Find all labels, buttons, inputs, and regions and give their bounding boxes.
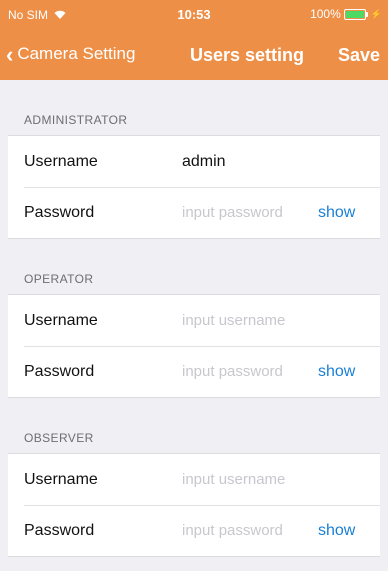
username-label: Username (24, 311, 98, 329)
password-label: Password (24, 203, 95, 221)
password-input[interactable] (182, 363, 312, 380)
group-observer: Username Password show (8, 453, 380, 557)
battery-indicator: 100% ⚡ (310, 7, 382, 21)
username-label: Username (24, 152, 98, 170)
section-title-administrator: ADMINISTRATOR (24, 113, 128, 127)
header: No SIM 10:53 100% ⚡ ‹ Camera Setting Use… (0, 0, 388, 80)
table-row: Password show (8, 346, 380, 397)
show-password-button[interactable]: show (318, 363, 355, 381)
group-operator: Username Password show (8, 294, 380, 398)
battery-percent: 100% (310, 7, 341, 21)
password-label: Password (24, 521, 95, 539)
save-button[interactable]: Save (338, 45, 380, 66)
table-row: Username admin (8, 136, 380, 187)
password-input[interactable] (182, 522, 312, 539)
table-row: Username (8, 454, 380, 505)
password-input[interactable] (182, 204, 312, 221)
show-password-button[interactable]: show (318, 522, 355, 540)
page-title: Users setting (190, 45, 305, 65)
section-title-observer: OBSERVER (24, 431, 94, 445)
section-title-operator: OPERATOR (24, 272, 94, 286)
nav-bar: ‹ Camera Setting Users setting Save (0, 28, 388, 80)
username-label: Username (24, 470, 98, 488)
settings-list: ADMINISTRATOR Username admin Password sh… (8, 80, 380, 571)
password-label: Password (24, 362, 95, 380)
status-bar: No SIM 10:53 100% ⚡ (0, 0, 388, 28)
back-label: Camera Setting (17, 44, 136, 63)
charging-icon: ⚡ (370, 8, 382, 19)
table-row: Password show (8, 505, 380, 556)
table-row: Username (8, 295, 380, 346)
username-input[interactable] (182, 312, 312, 329)
battery-icon (343, 8, 368, 20)
group-administrator: Username admin Password show (8, 135, 380, 239)
username-input[interactable] (182, 471, 312, 488)
show-password-button[interactable]: show (318, 204, 355, 222)
back-button[interactable]: ‹ Camera Setting (6, 41, 136, 67)
table-row: Password show (8, 187, 380, 238)
chevron-left-icon: ‹ (6, 41, 14, 67)
username-value[interactable]: admin (182, 153, 226, 171)
